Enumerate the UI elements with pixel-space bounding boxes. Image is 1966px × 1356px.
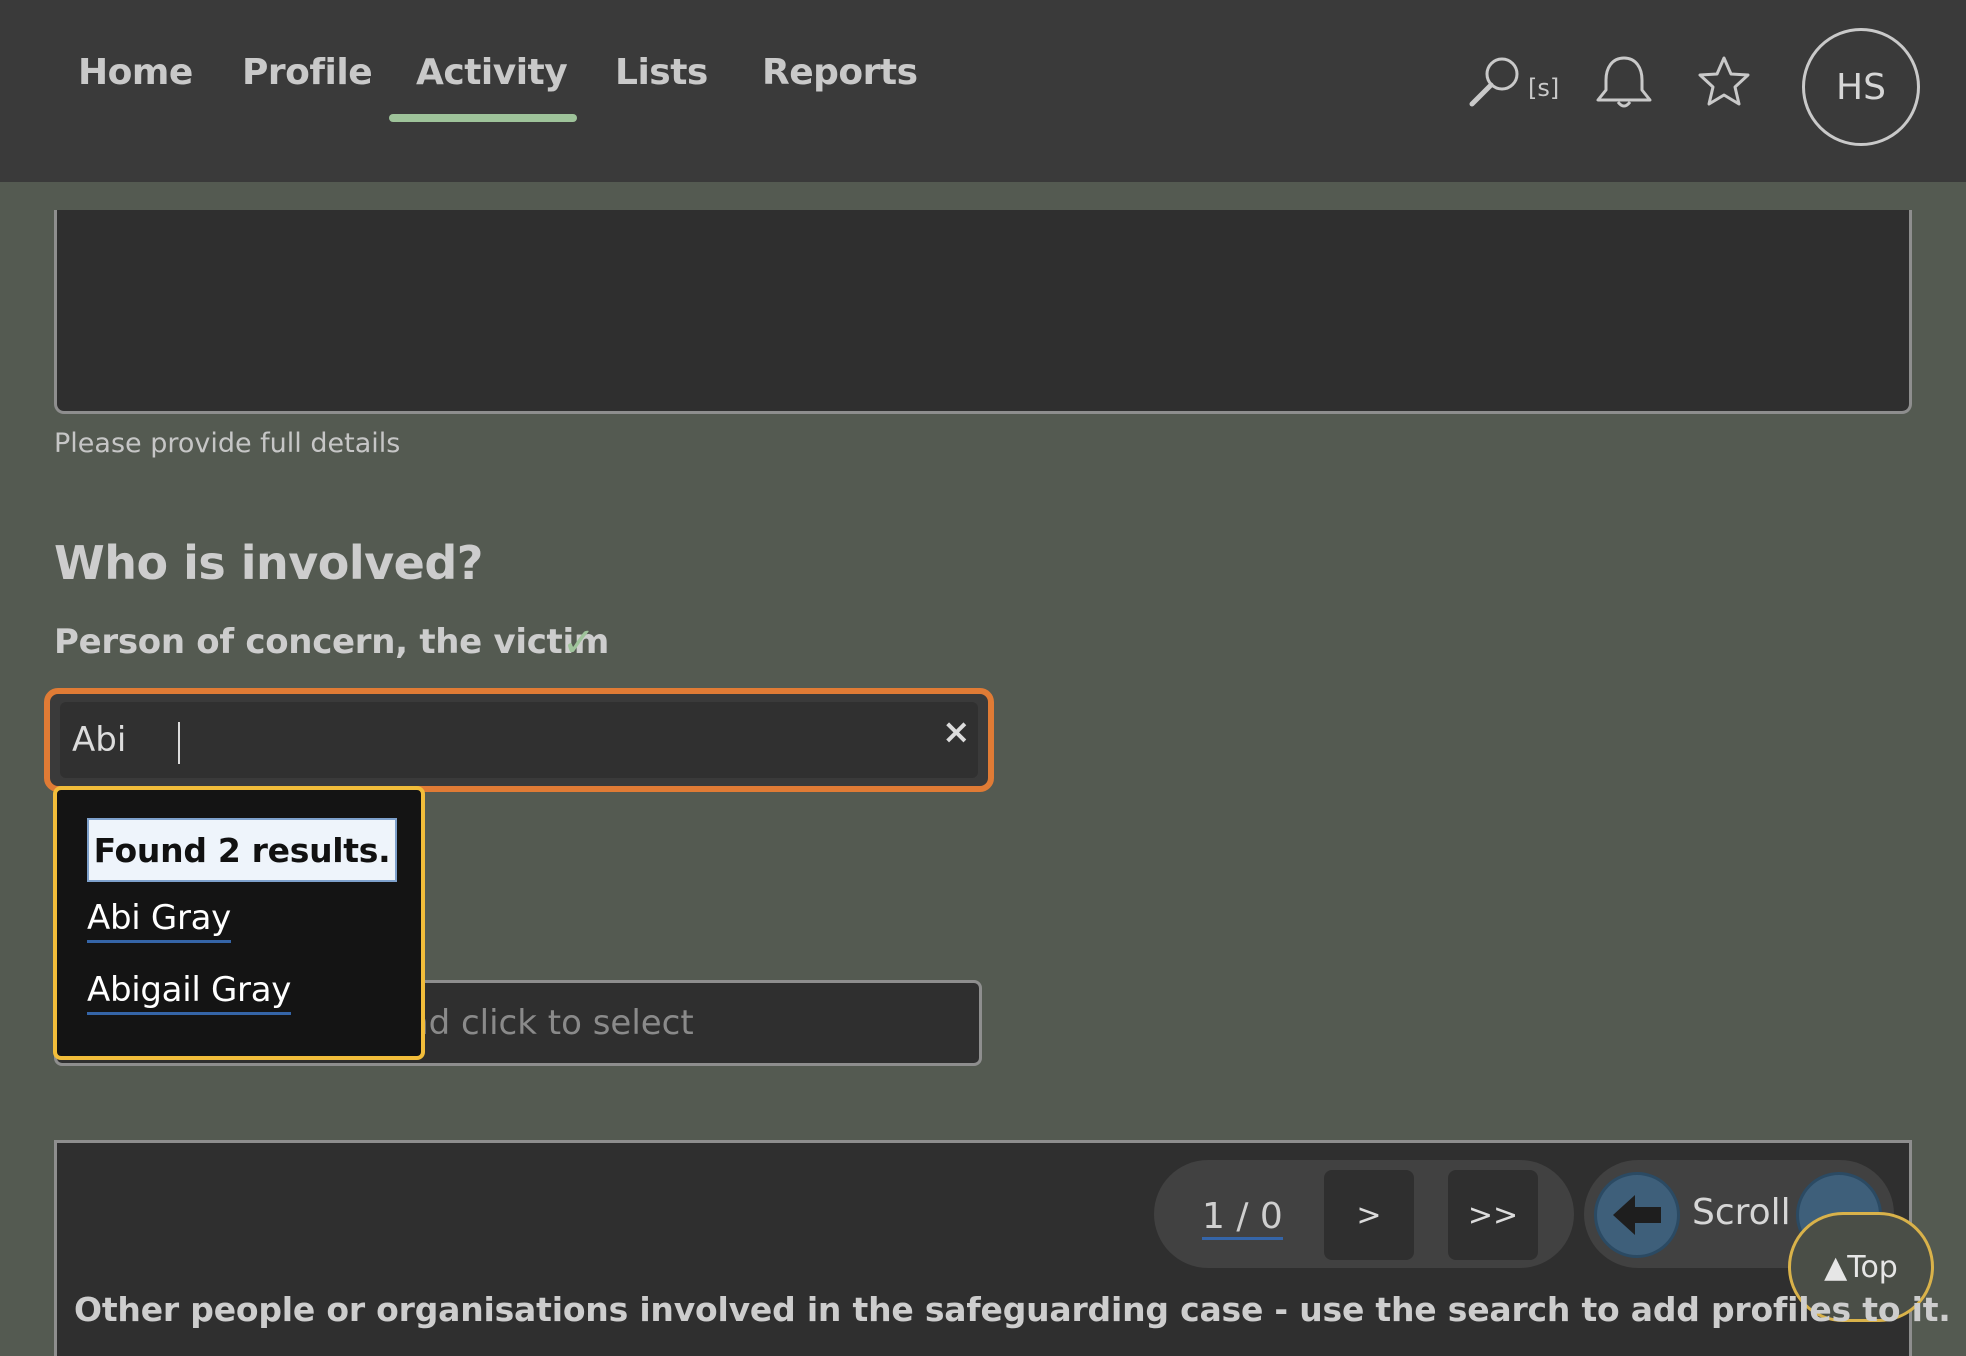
section-title: Who is involved?	[54, 536, 483, 590]
scroll-label: Scroll	[1692, 1192, 1791, 1233]
nav-link-lists[interactable]: Lists	[615, 52, 708, 93]
victim-field-label: Person of concern, the victim	[54, 622, 609, 662]
nav-link-reports[interactable]: Reports	[762, 52, 918, 93]
scroll-left-button[interactable]	[1594, 1172, 1680, 1258]
involved-people-description: Other people or organisations involved i…	[74, 1290, 1951, 1329]
arrow-left-icon	[1613, 1195, 1661, 1235]
active-tab-indicator	[389, 114, 577, 122]
top-navbar: Home Profile Activity Lists Reports [s] …	[0, 0, 1966, 182]
search-icon[interactable]	[1466, 52, 1526, 116]
nav-link-home[interactable]: Home	[78, 52, 193, 93]
next-page-button[interactable]: >	[1324, 1170, 1414, 1260]
page-indicator: 1 / 0	[1202, 1196, 1283, 1240]
bell-icon[interactable]	[1592, 54, 1656, 114]
nav-link-activity[interactable]: Activity	[416, 52, 568, 93]
nav-link-profile[interactable]: Profile	[242, 52, 373, 93]
result-option[interactable]: Abigail Gray	[87, 970, 291, 1015]
text-caret	[178, 722, 180, 764]
last-page-button[interactable]: >>	[1448, 1170, 1538, 1260]
details-textarea[interactable]	[54, 210, 1912, 414]
clear-search-button[interactable]: ×	[942, 712, 971, 752]
results-status: Found 2 results.	[87, 818, 397, 882]
user-avatar[interactable]: HS	[1802, 28, 1920, 146]
result-option[interactable]: Abi Gray	[87, 898, 231, 943]
star-icon[interactable]	[1696, 54, 1752, 114]
details-hint: Please provide full details	[54, 428, 401, 459]
victim-search-field: ×	[44, 688, 994, 792]
autocomplete-dropdown: Found 2 results. Abi Gray Abigail Gray	[53, 786, 425, 1060]
search-shortcut-hint: [s]	[1528, 74, 1560, 102]
check-icon: ✓	[562, 620, 596, 666]
victim-search-input[interactable]	[60, 702, 978, 778]
